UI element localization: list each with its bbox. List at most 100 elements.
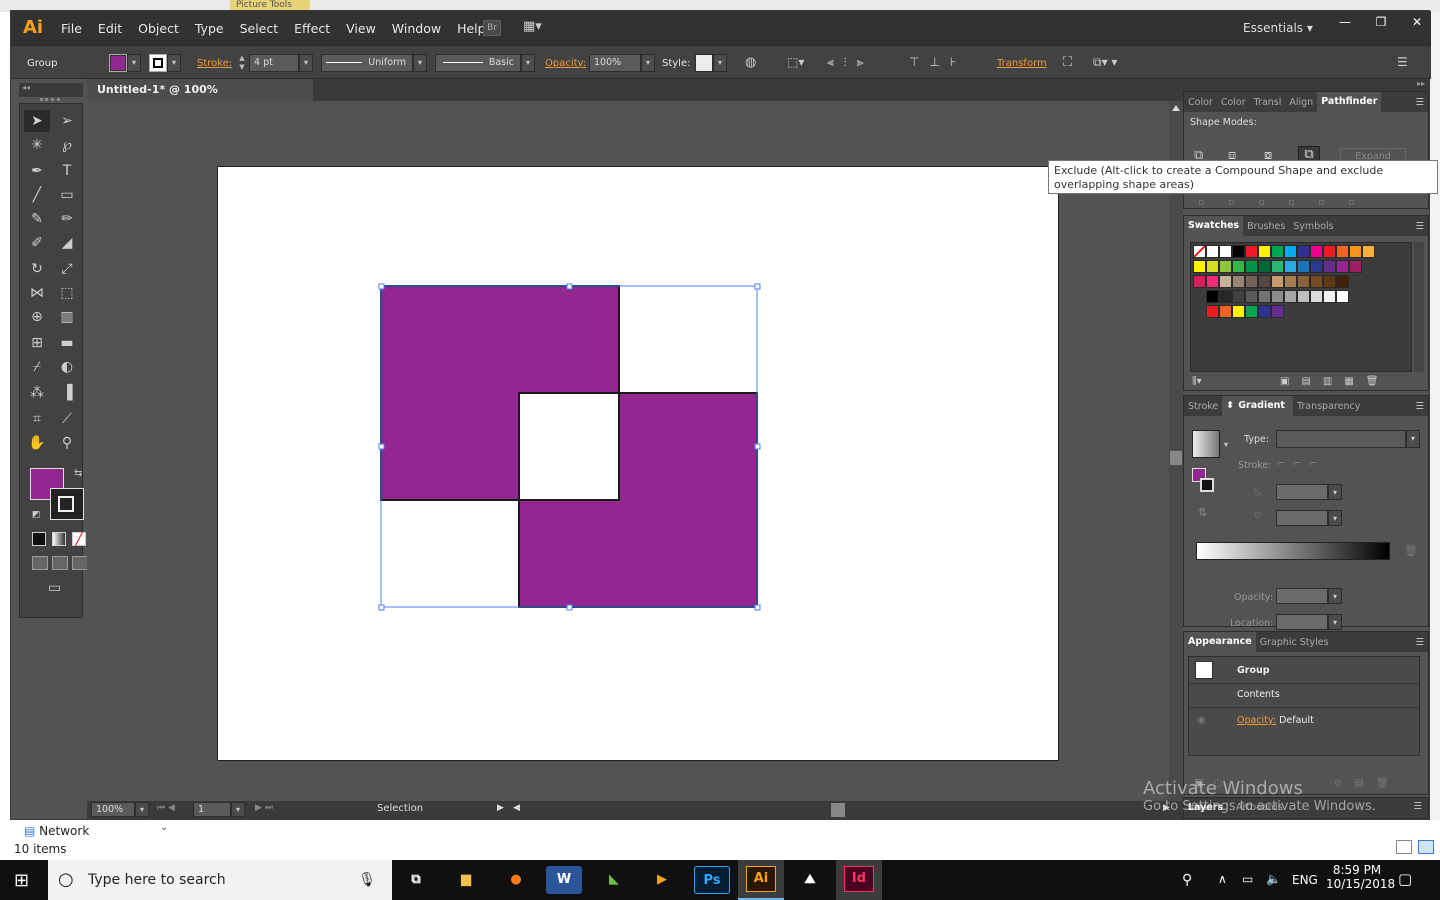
pen-tool-icon[interactable]: ✒ xyxy=(24,160,50,182)
swatch[interactable] xyxy=(1336,290,1349,303)
scroll-left-icon[interactable]: ◀ xyxy=(513,803,520,813)
scale-tool-icon[interactable]: ⤢ xyxy=(54,258,80,280)
style-dropdown[interactable]: ▾ xyxy=(713,54,727,72)
direct-selection-tool-icon[interactable]: ➢ xyxy=(54,110,80,132)
swatch[interactable] xyxy=(1297,260,1310,273)
angle-input[interactable] xyxy=(1276,484,1328,500)
zoom-field[interactable]: 100% xyxy=(91,802,135,817)
swatches-menu-icon[interactable]: ☰ xyxy=(1411,221,1428,232)
swatch[interactable] xyxy=(1219,290,1232,303)
details-view-icon[interactable] xyxy=(1396,840,1412,854)
close-button[interactable]: ✕ xyxy=(1399,11,1435,33)
tab-transparency[interactable]: Transl xyxy=(1250,97,1286,108)
visibility-eye-icon[interactable]: ◉ xyxy=(1197,715,1206,726)
swatch-actions-icons[interactable]: ▣▤▥▦🗑 xyxy=(1280,376,1391,387)
align-horizontal-icons[interactable]: ⫷⫶⫸ xyxy=(827,55,874,70)
swatch[interactable] xyxy=(1284,290,1297,303)
blend-tool-icon[interactable]: ◐ xyxy=(54,356,80,378)
gradient-thumbnail-dropdown[interactable]: ▾ xyxy=(1224,440,1228,449)
swatch[interactable] xyxy=(1219,305,1232,318)
swatch[interactable] xyxy=(1258,290,1271,303)
language-indicator[interactable]: ENG xyxy=(1292,873,1318,887)
width-tool-icon[interactable]: ⋈ xyxy=(24,282,50,304)
swatch[interactable] xyxy=(1271,305,1284,318)
stroke-label[interactable]: Stroke: xyxy=(197,46,232,80)
fill-swatch[interactable] xyxy=(109,54,127,72)
tab-color[interactable]: Color xyxy=(1184,97,1217,108)
word-icon[interactable]: W xyxy=(546,866,582,894)
swatch[interactable] xyxy=(1232,245,1245,258)
photoshop-icon[interactable]: Ps xyxy=(694,866,730,894)
network-tray-icon[interactable]: ▭ xyxy=(1242,872,1253,886)
swatch[interactable] xyxy=(1323,275,1336,288)
swatch[interactable] xyxy=(1310,260,1323,273)
gradient-menu-icon[interactable]: ☰ xyxy=(1411,401,1428,412)
recolor-artwork-icon[interactable]: ◍ xyxy=(745,55,756,70)
swatch[interactable] xyxy=(1219,245,1232,258)
menu-window[interactable]: Window xyxy=(392,21,441,36)
tab-color-guide[interactable]: Color xyxy=(1217,97,1250,108)
blob-brush-tool-icon[interactable]: ✐ xyxy=(24,232,50,254)
artboard-prev-icons[interactable]: ⏮ ◀ xyxy=(157,803,175,813)
registration-swatch[interactable] xyxy=(1206,245,1219,258)
magic-wand-tool-icon[interactable]: ✳ xyxy=(24,134,50,156)
sumatra-icon[interactable]: ◣ xyxy=(596,866,632,894)
swatch[interactable] xyxy=(1232,290,1245,303)
tiles-view-icon[interactable] xyxy=(1418,840,1434,854)
gradient-type-select[interactable] xyxy=(1276,430,1406,448)
canvas-area[interactable] xyxy=(87,101,1169,801)
swatch[interactable] xyxy=(1310,245,1323,258)
bridge-button[interactable]: Br xyxy=(483,20,501,36)
swatch[interactable] xyxy=(1245,290,1258,303)
swatch[interactable] xyxy=(1245,245,1258,258)
artboard-number[interactable]: 1 xyxy=(193,802,231,817)
type-tool-icon[interactable]: T xyxy=(54,160,80,182)
paintbrush-tool-icon[interactable]: ✎ xyxy=(24,208,50,230)
start-windows-icon[interactable]: ⊞ xyxy=(14,870,29,891)
swatch[interactable] xyxy=(1297,275,1310,288)
hand-tool-icon[interactable]: ✋ xyxy=(24,432,50,454)
tab-graphic-styles[interactable]: Graphic Styles xyxy=(1256,637,1333,648)
gradient-type-dropdown[interactable]: ▾ xyxy=(1406,430,1420,448)
swatch[interactable] xyxy=(1323,245,1336,258)
brush-dropdown[interactable]: ▾ xyxy=(521,54,535,72)
action-center-icon[interactable]: ▢ xyxy=(1398,870,1412,888)
symbol-sprayer-tool-icon[interactable]: ⁂ xyxy=(24,382,50,404)
draw-normal-icon[interactable] xyxy=(32,556,48,570)
swap-fill-stroke-icon[interactable]: ⇆ xyxy=(74,468,82,479)
tab-transparency-2[interactable]: Transparency xyxy=(1293,401,1364,412)
swatch[interactable] xyxy=(1232,260,1245,273)
indesign-taskbar-item[interactable]: Id xyxy=(836,860,882,900)
swatch[interactable] xyxy=(1206,290,1219,303)
appearance-contents-label[interactable]: Contents xyxy=(1237,689,1280,700)
taskbar-search-box[interactable]: ○ Type here to search 🎙 xyxy=(48,860,392,900)
appearance-opacity-row[interactable]: Opacity: Default xyxy=(1237,715,1314,726)
vertical-scrollbar[interactable] xyxy=(1169,101,1183,801)
artboard-dropdown[interactable]: ▾ xyxy=(231,802,245,817)
align-to-icon[interactable]: ⬚▾ xyxy=(787,55,804,69)
illustrator-taskbar-item[interactable]: Ai xyxy=(738,860,784,900)
swatch[interactable] xyxy=(1219,260,1232,273)
style-swatch[interactable] xyxy=(695,54,713,72)
workspace-switcher[interactable]: Essentials ▾ xyxy=(1243,21,1313,35)
menu-view[interactable]: View xyxy=(346,21,376,36)
swatch[interactable] xyxy=(1284,275,1297,288)
stop-opacity-dropdown[interactable]: ▾ xyxy=(1328,588,1342,604)
stroke-color-box[interactable] xyxy=(50,488,84,520)
artboard-tool-icon[interactable]: ⌗ xyxy=(24,408,50,430)
menu-effect[interactable]: Effect xyxy=(294,21,330,36)
none-mode-icon[interactable]: ╱ xyxy=(72,532,86,546)
stroke-swatch[interactable] xyxy=(149,54,167,72)
grip-icon[interactable] xyxy=(40,98,60,101)
tab-pathfinder[interactable]: Pathfinder xyxy=(1317,92,1382,112)
menu-object[interactable]: Object xyxy=(138,21,179,36)
scroll-up-icon[interactable] xyxy=(1172,105,1180,111)
swatch[interactable] xyxy=(1271,245,1284,258)
panel-dock-collapse-icon[interactable]: ▸▸ xyxy=(1183,79,1429,91)
gradient-stroke-box[interactable] xyxy=(1200,478,1214,492)
rotate-tool-icon[interactable]: ↻ xyxy=(24,258,50,280)
tab-brushes[interactable]: Brushes xyxy=(1243,221,1289,232)
tab-gradient[interactable]: ⬍ Gradient xyxy=(1222,396,1293,416)
default-colors-icon[interactable]: ◩ xyxy=(32,510,41,520)
gradient-thumbnail[interactable] xyxy=(1192,430,1220,458)
